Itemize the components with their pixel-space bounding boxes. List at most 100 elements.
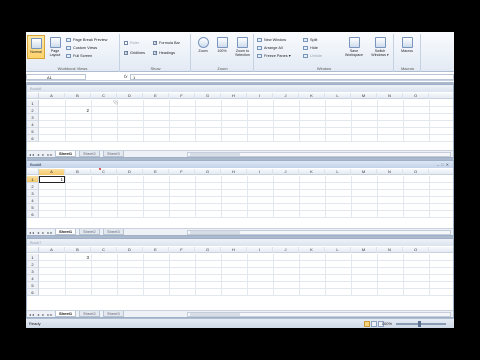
- row-header[interactable]: 2: [27, 261, 39, 268]
- column-header[interactable]: J: [273, 93, 299, 99]
- new-window-button[interactable]: New Window: [257, 37, 286, 43]
- column-header[interactable]: A: [39, 247, 65, 253]
- column-header[interactable]: J: [273, 247, 299, 253]
- grid-row[interactable]: [39, 176, 453, 183]
- page-break-preview-button[interactable]: Page Break Preview: [66, 37, 107, 43]
- column-header[interactable]: M: [351, 169, 377, 175]
- column-header[interactable]: L: [325, 247, 351, 253]
- column-header[interactable]: I: [247, 93, 273, 99]
- column-header[interactable]: H: [221, 169, 247, 175]
- row-header[interactable]: 6: [27, 211, 39, 218]
- window-titlebar[interactable]: Book7: [27, 239, 453, 246]
- grid-row[interactable]: [39, 254, 453, 261]
- column-header[interactable]: N: [377, 247, 403, 253]
- workbook-window-book8[interactable]: Book8 –□✕ ABCDEFGHIJKLMNO 1234561 ◂◂ ◂ ▸…: [26, 160, 454, 236]
- horizontal-scrollbar[interactable]: [187, 230, 451, 235]
- grid-row[interactable]: [39, 261, 453, 268]
- grid-row[interactable]: [39, 282, 453, 289]
- workbook-window-book6[interactable]: Book6 ABCDEFGHIJKLMNO 1234562 ◂◂ ◂ ▸ ▸▸ …: [26, 84, 454, 158]
- workbook-window-book7[interactable]: Book7 ABCDEFGHIJKLMNO 1234563 ◂◂ ◂ ▸ ▸▸ …: [26, 238, 454, 318]
- sheet-tab[interactable]: Sheet1: [55, 229, 77, 235]
- horizontal-scrollbar[interactable]: [187, 152, 451, 157]
- column-header[interactable]: E: [143, 247, 169, 253]
- column-header[interactable]: F: [169, 169, 195, 175]
- column-header[interactable]: O: [403, 247, 429, 253]
- sheet-tab[interactable]: Sheet3: [103, 229, 124, 235]
- freeze-panes-button[interactable]: Freeze Panes ▾: [257, 53, 291, 59]
- hide-button[interactable]: Hide: [303, 45, 318, 51]
- row-header[interactable]: 6: [27, 289, 39, 296]
- headings-checkbox[interactable]: Headings: [153, 50, 175, 56]
- column-header[interactable]: C: [91, 247, 117, 253]
- close-icon[interactable]: ✕: [446, 162, 451, 167]
- grid-row[interactable]: [39, 190, 453, 197]
- formula-bar-checkbox[interactable]: Formula Bar: [153, 40, 180, 46]
- row-header[interactable]: 1: [27, 100, 39, 107]
- column-header[interactable]: I: [247, 247, 273, 253]
- row-header[interactable]: 3: [27, 268, 39, 275]
- row-header[interactable]: 1: [27, 254, 39, 261]
- grid-row[interactable]: [39, 275, 453, 282]
- zoom-level[interactable]: 100%: [382, 319, 392, 328]
- sheet-tab[interactable]: Sheet1: [55, 151, 77, 157]
- column-header[interactable]: I: [247, 169, 273, 175]
- column-header[interactable]: L: [325, 169, 351, 175]
- grid-row[interactable]: [39, 128, 453, 135]
- row-header[interactable]: 2: [27, 183, 39, 190]
- sheet-tab[interactable]: Sheet2: [79, 229, 100, 235]
- row-header[interactable]: 5: [27, 282, 39, 289]
- column-header[interactable]: B: [65, 169, 91, 175]
- grid-row[interactable]: [39, 268, 453, 275]
- page-layout-button[interactable]: Page Layout: [46, 35, 64, 59]
- window-titlebar[interactable]: Book8 –□✕: [27, 161, 453, 168]
- window-titlebar[interactable]: Book6: [27, 85, 453, 92]
- column-header[interactable]: D: [117, 169, 143, 175]
- fx-icon[interactable]: fx: [124, 73, 128, 81]
- column-header[interactable]: K: [299, 93, 325, 99]
- cell-value[interactable]: 2: [65, 107, 89, 114]
- zoom-100-button[interactable]: 100%: [213, 35, 231, 59]
- column-header[interactable]: D: [117, 93, 143, 99]
- row-header[interactable]: 5: [27, 128, 39, 135]
- column-header[interactable]: D: [117, 247, 143, 253]
- custom-views-button[interactable]: Custom Views: [66, 45, 97, 51]
- column-header[interactable]: E: [143, 169, 169, 175]
- page-layout-status-button[interactable]: [371, 321, 377, 327]
- ruler-checkbox[interactable]: Ruler: [124, 40, 139, 46]
- cell-value[interactable]: 3: [65, 254, 89, 261]
- grid-row[interactable]: [39, 135, 453, 142]
- scroll-thumb[interactable]: [190, 313, 240, 316]
- column-header[interactable]: N: [377, 93, 403, 99]
- formula-input[interactable]: 1: [130, 74, 454, 80]
- row-header[interactable]: 5: [27, 204, 39, 211]
- name-box[interactable]: A1: [26, 74, 86, 80]
- macros-button[interactable]: Macros: [398, 35, 416, 59]
- select-all-corner[interactable]: [27, 93, 39, 99]
- column-header[interactable]: C: [91, 169, 117, 175]
- column-header[interactable]: E: [143, 93, 169, 99]
- row-header[interactable]: 4: [27, 275, 39, 282]
- column-header[interactable]: A: [39, 169, 65, 175]
- active-cell-outline[interactable]: [39, 176, 65, 183]
- split-button[interactable]: Split: [303, 37, 317, 43]
- column-header[interactable]: M: [351, 247, 377, 253]
- column-header[interactable]: A: [39, 93, 65, 99]
- select-all-corner[interactable]: [27, 169, 39, 175]
- column-header[interactable]: K: [299, 169, 325, 175]
- horizontal-scrollbar[interactable]: [187, 312, 451, 317]
- zoom-slider-knob[interactable]: [418, 321, 421, 327]
- column-header[interactable]: F: [169, 247, 195, 253]
- sheet-nav-arrows[interactable]: ◂◂ ◂ ▸ ▸▸: [29, 151, 53, 158]
- sheet-tab[interactable]: Sheet3: [103, 311, 124, 317]
- grid-row[interactable]: [39, 183, 453, 190]
- column-header[interactable]: N: [377, 169, 403, 175]
- save-workspace-button[interactable]: Save Workspace: [343, 35, 365, 59]
- column-header[interactable]: B: [65, 93, 91, 99]
- grid-row[interactable]: [39, 100, 453, 107]
- row-header[interactable]: 2: [27, 107, 39, 114]
- grid-row[interactable]: [39, 211, 453, 218]
- column-header[interactable]: J: [273, 169, 299, 175]
- sheet-tab[interactable]: Sheet1: [55, 311, 77, 317]
- column-header[interactable]: B: [65, 247, 91, 253]
- row-header[interactable]: 4: [27, 197, 39, 204]
